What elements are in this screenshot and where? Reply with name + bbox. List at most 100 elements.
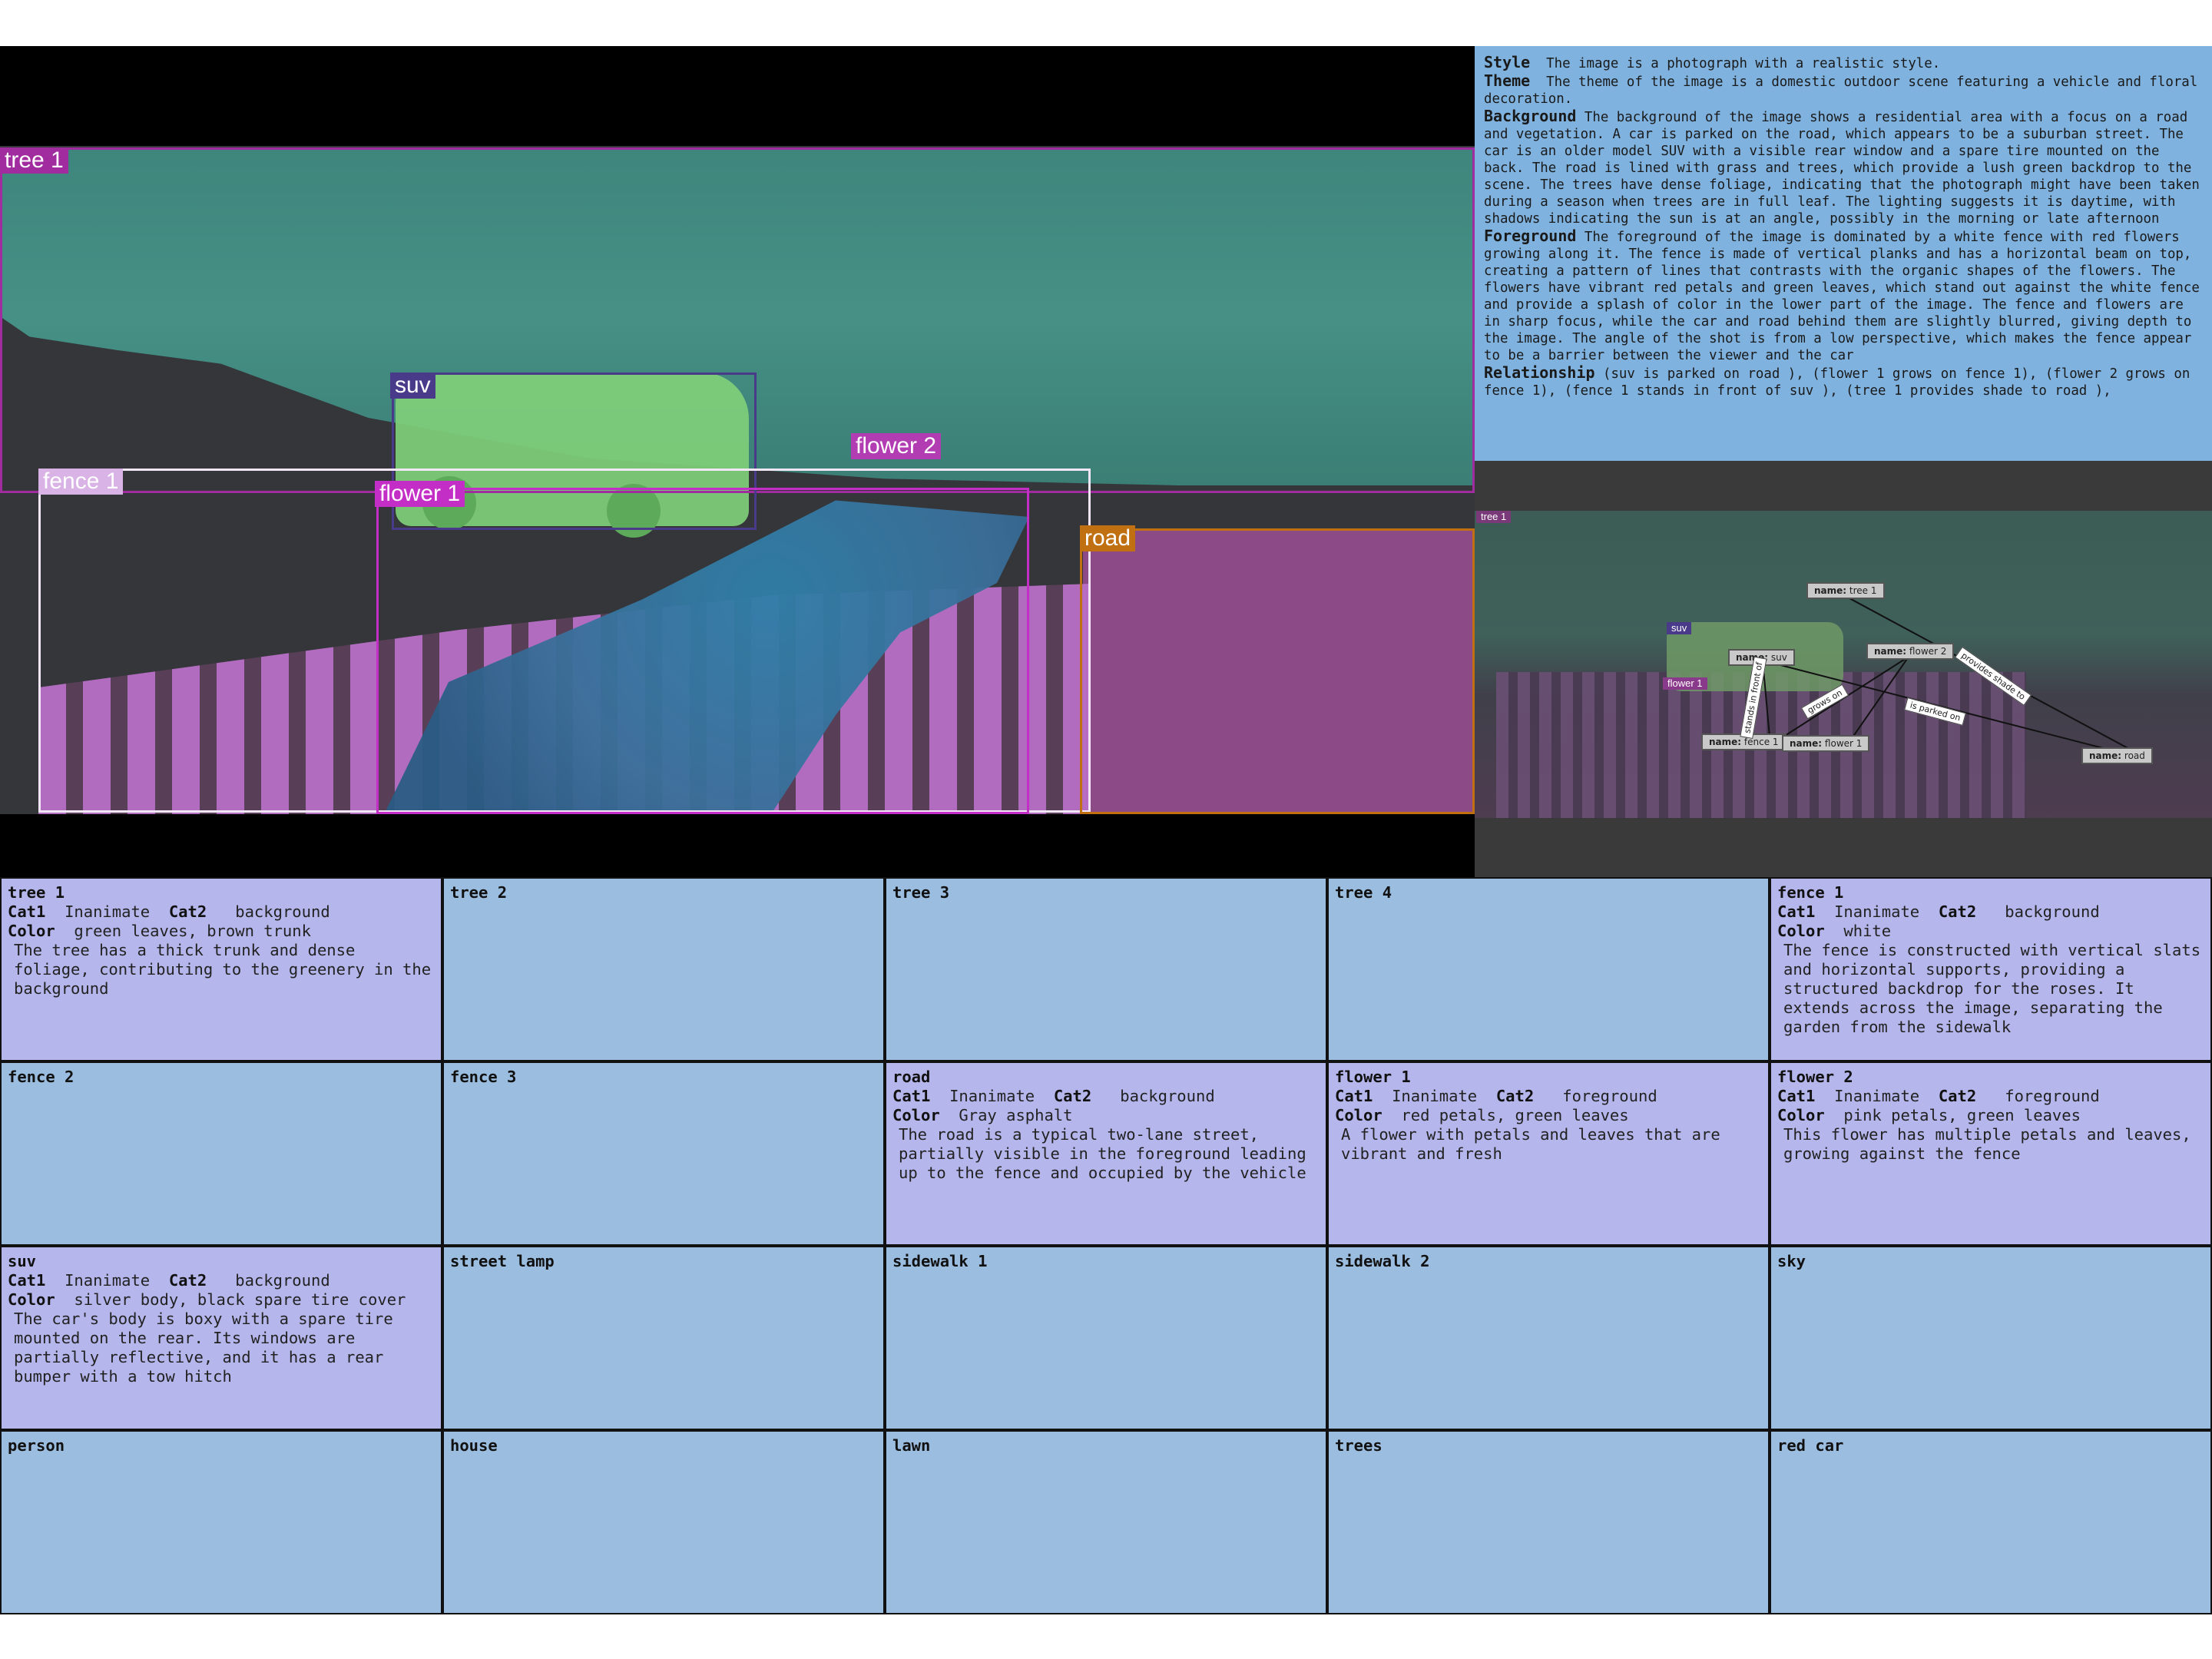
color-value: pink petals, green leaves <box>1843 1106 2081 1124</box>
object-card-title: lawn <box>892 1436 931 1455</box>
color-key: Color <box>8 1290 55 1309</box>
cat1-value: Inanimate <box>1392 1087 1478 1105</box>
cat2-value: background <box>2005 902 2100 921</box>
object-card-color: Color Gray asphalt <box>892 1106 1320 1125</box>
color-value: red petals, green leaves <box>1401 1106 1629 1124</box>
object-grid: tree 1 Cat1 Inanimate Cat2 background Colo… <box>0 877 2212 1614</box>
object-card-title: flower 1 <box>1335 1068 1411 1086</box>
road-label: road <box>1080 525 1136 551</box>
cat2-value: foreground <box>1562 1087 1657 1105</box>
cat1-key: Cat1 <box>1777 902 1816 921</box>
color-value: silver body, black spare tire cover <box>74 1290 406 1309</box>
cat1-key: Cat1 <box>892 1087 931 1105</box>
relationship-line: Relationship (suv is parked on road ), (… <box>1484 363 2190 399</box>
cat2-key: Cat2 <box>1938 1087 1977 1105</box>
object-card-categories: Cat1 Inanimate Cat2 background <box>1777 902 2204 922</box>
object-card: fence 1 Cat1 Inanimate Cat2 background Col… <box>1770 877 2212 1061</box>
color-value: Gray asphalt <box>959 1106 1073 1124</box>
object-card-title: fence 1 <box>1777 883 1844 902</box>
object-card-categories: Cat1 Inanimate Cat2 background <box>8 902 435 922</box>
object-card-title: road <box>892 1068 931 1086</box>
color-key: Color <box>1777 1106 1825 1124</box>
color-value: green leaves, brown trunk <box>74 922 311 940</box>
object-card-description: This flower has multiple petals and leav… <box>1783 1125 2191 1163</box>
tree-1-label: tree 1 <box>0 147 68 174</box>
object-card-title: person <box>8 1436 65 1455</box>
object-card-color: Color silver body, black spare tire cove… <box>8 1290 435 1310</box>
object-card: fence 3 <box>442 1061 885 1246</box>
description-panel: Style The image is a photograph with a r… <box>1475 46 2212 461</box>
graph-node-flower-1: name: flower 1 <box>1782 735 1870 752</box>
cat1-key: Cat1 <box>1335 1087 1373 1105</box>
scene-graph-panel: tree 1 suv flower 1 name: tree 1 name: s… <box>1475 461 2212 877</box>
flower-1-box <box>376 488 1029 814</box>
cat2-key: Cat2 <box>1495 1087 1535 1105</box>
object-card-color: Color green leaves, brown trunk <box>8 922 435 941</box>
object-card-title: red car <box>1777 1436 1844 1455</box>
background-line: Background The background of the image s… <box>1484 107 2200 227</box>
color-key: Color <box>892 1106 940 1124</box>
cat2-key: Cat2 <box>168 902 207 921</box>
object-card: lawn <box>885 1430 1327 1614</box>
object-card-color: Color white <box>1777 922 2204 941</box>
object-card: trees <box>1327 1430 1770 1614</box>
cat1-value: Inanimate <box>65 902 151 921</box>
object-card-description: A flower with petals and leaves that are… <box>1341 1125 1720 1163</box>
graph-node-flower-2: name: flower 2 <box>1866 643 1955 660</box>
object-card-title: sky <box>1777 1252 1806 1270</box>
object-card-title: tree 3 <box>892 883 950 902</box>
cat1-value: Inanimate <box>1834 902 1920 921</box>
style-line: Style The image is a photograph with a r… <box>1484 53 1941 71</box>
object-card-categories: Cat1 Inanimate Cat2 background <box>892 1087 1320 1106</box>
object-card: fence 2 <box>0 1061 442 1246</box>
object-card-title: street lamp <box>450 1252 555 1270</box>
object-card: flower 2 Cat1 Inanimate Cat2 foreground Co… <box>1770 1061 2212 1246</box>
cat1-key: Cat1 <box>8 1271 46 1290</box>
flower-1-label: flower 1 <box>375 481 465 507</box>
object-card-description: The car's body is boxy with a spare tire… <box>14 1310 393 1386</box>
object-card: person <box>0 1430 442 1614</box>
annotated-photo: tree 1 suv fence 1 flower 1 flower 2 roa… <box>0 46 1475 877</box>
object-card-categories: Cat1 Inanimate Cat2 foreground <box>1777 1087 2204 1106</box>
road-box <box>1080 528 1475 814</box>
object-card-title: fence 2 <box>8 1068 75 1086</box>
object-card-description: The road is a typical two-lane street, p… <box>899 1125 1306 1182</box>
graph-node-road: name: road <box>2081 747 2153 764</box>
object-card: tree 3 <box>885 877 1327 1061</box>
object-card-title: trees <box>1335 1436 1382 1455</box>
color-key: Color <box>1777 922 1825 940</box>
cat2-value: background <box>1120 1087 1215 1105</box>
foreground-line: Foreground The foreground of the image i… <box>1484 227 2200 363</box>
object-card-title: flower 2 <box>1777 1068 1853 1086</box>
object-card: sky <box>1770 1246 2212 1430</box>
object-card-title: tree 2 <box>450 883 508 902</box>
cat2-key: Cat2 <box>168 1271 207 1290</box>
object-card: flower 1 Cat1 Inanimate Cat2 foreground Co… <box>1327 1061 1770 1246</box>
object-card: sidewalk 2 <box>1327 1246 1770 1430</box>
color-value: white <box>1843 922 1892 940</box>
object-card-title: house <box>450 1436 498 1455</box>
object-card: suv Cat1 Inanimate Cat2 background Color s… <box>0 1246 442 1430</box>
theme-line: Theme The theme of the image is a domest… <box>1484 71 2198 107</box>
cat1-value: Inanimate <box>65 1271 151 1290</box>
object-card: tree 2 <box>442 877 885 1061</box>
object-card: red car <box>1770 1430 2212 1614</box>
cat1-value: Inanimate <box>949 1087 1035 1105</box>
foreground-text: The foreground of the image is dominated… <box>1484 230 2200 363</box>
object-card-title: sidewalk 2 <box>1335 1252 1430 1270</box>
cat2-key: Cat2 <box>1938 902 1977 921</box>
object-card: house <box>442 1430 885 1614</box>
cat2-value: foreground <box>2005 1087 2100 1105</box>
object-card-categories: Cat1 Inanimate Cat2 foreground <box>1335 1087 1762 1106</box>
suv-label: suv <box>390 373 435 399</box>
object-card: tree 4 <box>1327 877 1770 1061</box>
object-card: tree 1 Cat1 Inanimate Cat2 background Colo… <box>0 877 442 1061</box>
object-card-title: sidewalk 1 <box>892 1252 988 1270</box>
cat1-value: Inanimate <box>1834 1087 1920 1105</box>
object-card: sidewalk 1 <box>885 1246 1327 1430</box>
graph-node-tree-1: name: tree 1 <box>1806 582 1885 599</box>
object-card-title: tree 1 <box>8 883 65 902</box>
object-card-description: The fence is constructed with vertical s… <box>1783 941 2201 1036</box>
style-text: The image is a photograph with a realist… <box>1546 56 1941 71</box>
cat2-value: background <box>235 902 330 921</box>
